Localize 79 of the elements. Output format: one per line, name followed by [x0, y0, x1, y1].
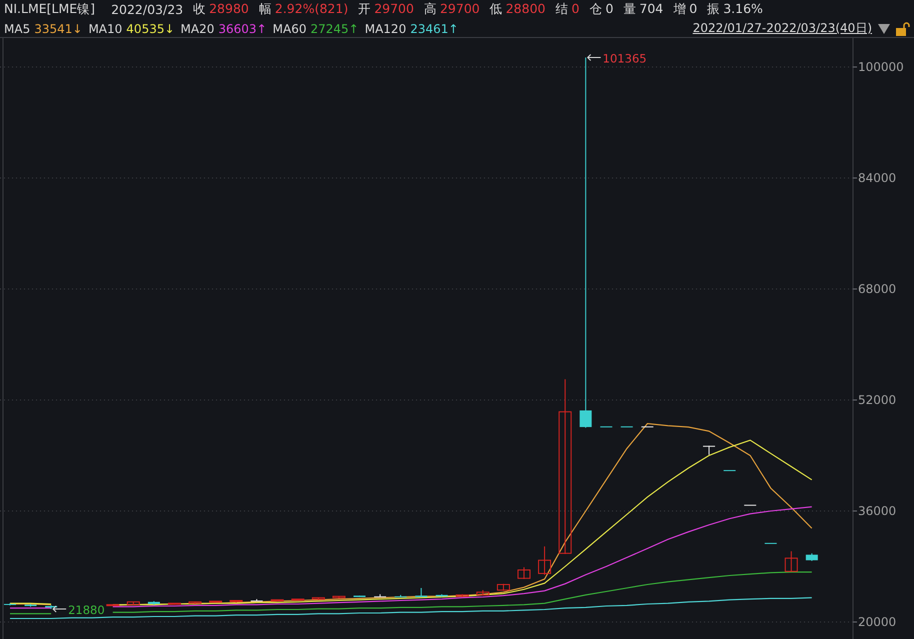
- candlestick: [312, 597, 325, 600]
- symbol-name: NI.LME[LME镍]: [4, 1, 96, 18]
- quote-label: 开: [358, 1, 372, 18]
- candlestick: [744, 504, 756, 506]
- date-range-link[interactable]: 2022/01/27-2022/03/23(40日): [692, 20, 872, 37]
- candlestick: [188, 601, 202, 604]
- axis-label: 36000: [858, 504, 896, 518]
- candlestick: [703, 445, 716, 456]
- candlestick: [724, 470, 736, 472]
- candlestick: [126, 601, 140, 606]
- candlestick: [620, 426, 633, 428]
- candlestick: [600, 426, 612, 428]
- ma-label: MA5: [4, 22, 30, 36]
- candlestick: [641, 426, 654, 428]
- quote-value: 3.16%: [723, 1, 763, 18]
- quote-value: 704: [639, 1, 664, 18]
- axis-label: 20000: [858, 615, 896, 629]
- quote-label: 仓: [589, 1, 602, 18]
- axis-label: 84000: [858, 171, 896, 185]
- candlestick: [270, 599, 284, 602]
- candlestick: [45, 604, 58, 610]
- candlestick: [518, 566, 530, 580]
- quote-date: 2022/03/23: [111, 2, 184, 17]
- quote-value: 29700: [440, 1, 480, 18]
- ma-label: MA20: [180, 22, 214, 36]
- quote-value: 0: [572, 1, 580, 18]
- ma-value: 36603↑: [218, 22, 267, 36]
- ma-label: MA10: [88, 22, 122, 36]
- candlestick: [476, 590, 490, 596]
- candlestick: [168, 602, 181, 606]
- lock-icon[interactable]: [896, 22, 910, 36]
- candlestick: [106, 604, 120, 607]
- quote-value: 0: [689, 1, 698, 18]
- quote-label: 振: [707, 1, 720, 18]
- price-marker-arrow: [586, 54, 602, 62]
- quote-label: 收: [193, 1, 206, 18]
- candlestick: [250, 598, 263, 602]
- ma-label: MA60: [272, 22, 306, 36]
- candlestick: [230, 600, 243, 604]
- candlestick: [496, 583, 510, 592]
- quote-value: 29700: [374, 1, 414, 18]
- ma-value: 33541↓: [34, 22, 82, 36]
- quote-label: 幅: [258, 1, 272, 18]
- quote-value: 2.92%(821): [274, 1, 348, 18]
- candlestick: [436, 594, 448, 598]
- price-marker-label: 101365: [602, 52, 647, 66]
- ma-label: MA120: [364, 22, 406, 36]
- candlestick: [374, 594, 386, 598]
- candlestick: [806, 552, 818, 562]
- quote-value: 28980: [209, 1, 249, 18]
- ma-value: 40535↓: [126, 22, 175, 36]
- price-marker-label: 21880: [68, 602, 105, 617]
- candlestick: [764, 542, 777, 544]
- axis-label: 68000: [858, 282, 896, 296]
- quote-value: 0: [605, 1, 614, 18]
- candlestick: [456, 594, 469, 598]
- quote-label: 低: [490, 1, 503, 18]
- candlestick: [209, 600, 222, 604]
- quote-value: 28800: [506, 1, 546, 18]
- candlestick: [4, 602, 16, 606]
- candlestick: [538, 546, 552, 576]
- candlestick: [148, 600, 160, 606]
- candlestick: [784, 550, 798, 572]
- quote-label: 结: [556, 1, 568, 18]
- ma-value: 23461↑: [410, 22, 458, 36]
- candlestick: [24, 603, 37, 608]
- candlestick: [415, 588, 428, 598]
- axis-label: 52000: [858, 393, 896, 407]
- quote-label: 高: [424, 1, 437, 18]
- ma-value: 27245↑: [310, 22, 359, 36]
- candlestick: [291, 598, 304, 601]
- price-marker-arrow: [52, 605, 67, 612]
- quote-label: 增: [673, 1, 686, 18]
- candlestick: [354, 595, 366, 598]
- dropdown-icon[interactable]: [878, 24, 890, 34]
- candlestick: [332, 596, 346, 599]
- candlestick: [394, 594, 407, 598]
- axis-label: 100000: [858, 60, 904, 74]
- quote-label: 量: [623, 1, 636, 18]
